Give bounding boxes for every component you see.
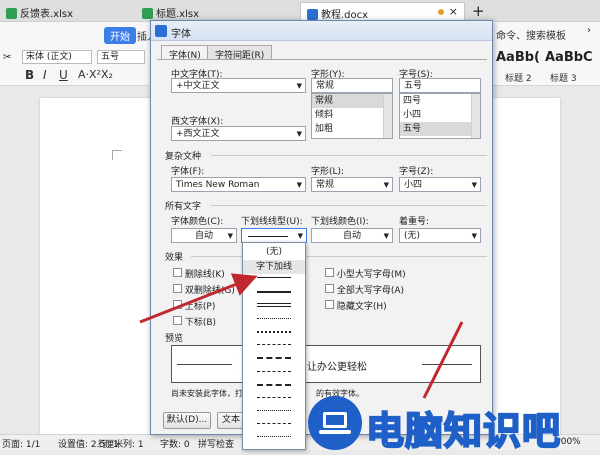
arrow-to-watermark	[422, 321, 464, 399]
watermark: 电脑知识吧	[308, 396, 598, 454]
laptop-logo-icon	[308, 396, 362, 450]
laptop-screen-icon	[323, 412, 347, 428]
arrow-to-underline-dropdown	[139, 273, 258, 324]
annotation-arrows	[139, 273, 464, 399]
watermark-text: 电脑知识吧	[365, 408, 562, 454]
laptop-base-icon	[319, 430, 351, 434]
